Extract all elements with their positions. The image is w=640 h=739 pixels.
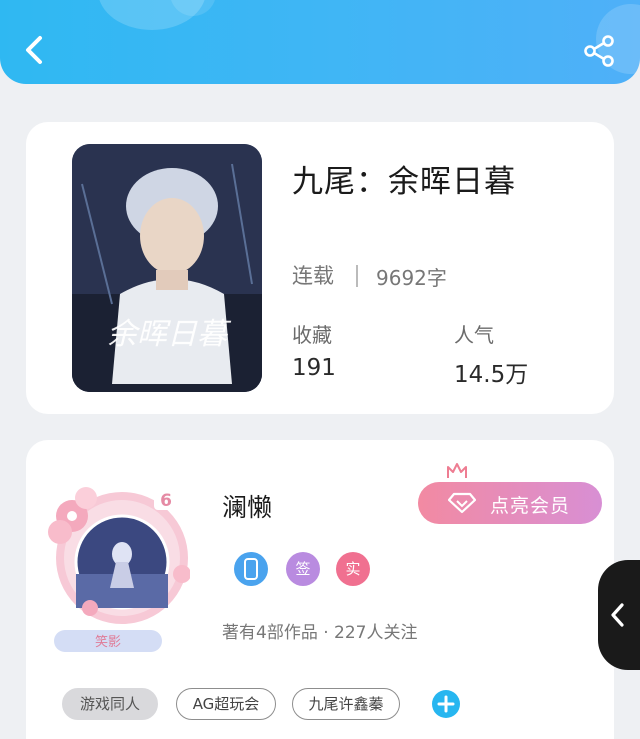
phone-icon bbox=[244, 558, 258, 580]
avatar-caption: 笑影 bbox=[95, 634, 121, 650]
book-cover[interactable]: 余晖日暮 bbox=[72, 144, 262, 392]
book-info-card: 余晖日暮 九尾：余晖日暮 连载 9692字 收藏 191 人气 14.5万 bbox=[26, 122, 614, 414]
chevron-left-icon bbox=[611, 603, 624, 627]
book-title: 九尾：余晖日暮 bbox=[292, 164, 516, 200]
cover-title: 余晖日暮 bbox=[107, 317, 232, 352]
diamond-icon bbox=[448, 492, 476, 514]
author-meta: 著有4部作品 · 227人关注 bbox=[222, 623, 418, 643]
back-button[interactable] bbox=[20, 32, 52, 68]
author-avatar[interactable]: 6 笑影 bbox=[30, 458, 191, 658]
word-count: 9692字 bbox=[376, 266, 447, 290]
collect-label: 收藏 bbox=[292, 323, 332, 347]
crown-icon bbox=[447, 463, 467, 478]
realname-badge: 实 bbox=[336, 552, 370, 586]
plus-icon bbox=[437, 695, 455, 713]
chevron-left-icon bbox=[26, 36, 42, 64]
add-tag-button[interactable] bbox=[432, 690, 460, 718]
phone-verified-badge bbox=[234, 552, 268, 586]
vip-button-label: 点亮会员 bbox=[490, 495, 571, 517]
level-number: 6 bbox=[160, 491, 172, 511]
top-bar bbox=[0, 0, 640, 84]
divider bbox=[356, 265, 358, 287]
side-drawer-handle[interactable] bbox=[598, 560, 640, 670]
signed-badge: 签 bbox=[286, 552, 320, 586]
author-card: 6 笑影 澜懒 点亮会员 签 实 著有4部作品 · 227人关注 游戏同人 AG… bbox=[26, 440, 614, 739]
tag-item[interactable]: AG超玩会 bbox=[176, 688, 276, 720]
share-icon bbox=[584, 35, 614, 67]
cover-art: 余晖日暮 bbox=[72, 144, 262, 392]
collect-value: 191 bbox=[292, 355, 336, 381]
popularity-value: 14.5万 bbox=[454, 362, 529, 388]
share-button[interactable] bbox=[582, 34, 616, 68]
serial-status: 连载 bbox=[292, 264, 334, 288]
avatar-frame: 6 笑影 bbox=[48, 487, 191, 652]
tag-item[interactable]: 九尾许鑫蓁 bbox=[292, 688, 400, 720]
author-name: 澜懒 bbox=[222, 493, 273, 522]
popularity-label: 人气 bbox=[454, 323, 494, 347]
tag-item[interactable]: 游戏同人 bbox=[62, 688, 158, 720]
vip-button[interactable]: 点亮会员 bbox=[418, 482, 602, 524]
